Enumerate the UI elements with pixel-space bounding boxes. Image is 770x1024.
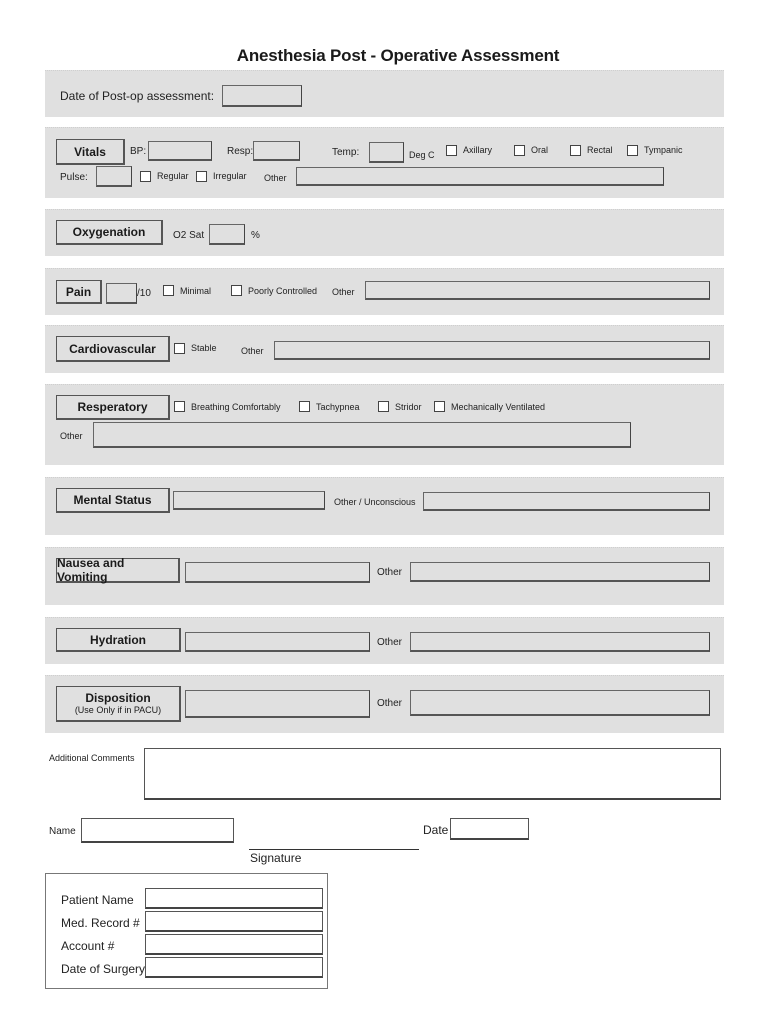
o2-sat-field[interactable] (209, 224, 245, 245)
vitals-header: Vitals (56, 139, 125, 165)
name-field[interactable] (81, 818, 234, 843)
page-title: Anesthesia Post - Operative Assessment (236, 46, 560, 65)
hydration-other-label: Other (377, 637, 403, 648)
resp-label: Resp: (227, 146, 254, 157)
cardiovascular-other-field[interactable] (274, 341, 710, 360)
date-label: Date of Post-op assessment: (60, 89, 215, 103)
respiratory-other-label: Other (60, 431, 83, 441)
account-field[interactable] (145, 934, 323, 955)
signature-line[interactable] (249, 849, 419, 850)
mental-status-header-label: Mental Status (73, 493, 152, 507)
disposition-header: Disposition (Use Only if in PACU) (56, 686, 181, 722)
hydration-other-field[interactable] (410, 632, 710, 652)
minimal-label: Minimal (180, 286, 212, 296)
oxygenation-header-label: Oxygenation (72, 225, 146, 239)
axillary-label: Axillary (463, 145, 493, 155)
irregular-label: Irregular (213, 171, 247, 181)
mental-status-field[interactable] (173, 491, 325, 510)
regular-checkbox[interactable] (140, 171, 151, 182)
vitals-header-label: Vitals (74, 144, 106, 159)
disposition-header-label: Disposition (85, 691, 151, 705)
med-record-label: Med. Record # (61, 916, 140, 930)
tympanic-label: Tympanic (644, 145, 683, 155)
stridor-checkbox[interactable] (378, 401, 389, 412)
tachypnea-checkbox[interactable] (299, 401, 310, 412)
axillary-checkbox[interactable] (446, 145, 457, 156)
pain-score-field[interactable] (106, 283, 137, 304)
date-of-surgery-field[interactable] (145, 957, 323, 978)
stable-checkbox[interactable] (174, 343, 185, 354)
resp-field[interactable] (253, 141, 300, 161)
med-record-field[interactable] (145, 911, 323, 932)
disposition-other-field[interactable] (410, 690, 710, 716)
disposition-subheader: (Use Only if in PACU) (74, 705, 162, 715)
mechanically-ventilated-label: Mechanically Ventilated (451, 402, 546, 412)
tympanic-checkbox[interactable] (627, 145, 638, 156)
account-label: Account # (61, 939, 115, 953)
hydration-field[interactable] (185, 632, 370, 652)
rectal-checkbox[interactable] (570, 145, 581, 156)
breathing-comfortably-checkbox[interactable] (174, 401, 185, 412)
stable-label: Stable (191, 343, 217, 353)
cardiovascular-header: Cardiovascular (56, 336, 170, 362)
pain-header: Pain (56, 280, 102, 304)
pain-header-label: Pain (65, 284, 92, 299)
temp-field[interactable] (369, 142, 404, 163)
nausea-header-label: Nausea and Vomiting (57, 556, 125, 584)
pain-other-field[interactable] (365, 281, 710, 300)
mental-status-other-label: Other / Unconscious (334, 497, 416, 507)
tachypnea-label: Tachypnea (316, 402, 360, 412)
regular-label: Regular (157, 171, 189, 181)
respiratory-header-label: Resperatory (77, 400, 148, 414)
comments-label: Additional Comments (49, 753, 135, 763)
mental-status-header: Mental Status (56, 488, 170, 513)
bp-field[interactable] (148, 141, 212, 161)
stridor-label: Stridor (395, 402, 422, 412)
nausea-field[interactable] (185, 562, 370, 583)
pain-other-label: Other (332, 287, 355, 297)
date-of-surgery-label: Date of Surgery (61, 962, 146, 976)
poorly-controlled-checkbox[interactable] (231, 285, 242, 296)
cardiovascular-other-label: Other (241, 346, 264, 356)
hydration-header: Hydration (56, 628, 181, 652)
respiratory-header: Resperatory (56, 395, 170, 420)
name-label: Name (49, 826, 76, 837)
vitals-other-field[interactable] (296, 167, 664, 186)
nausea-header: Nausea and Vomiting (56, 556, 180, 584)
oral-checkbox[interactable] (514, 145, 525, 156)
temp-label: Temp: (332, 147, 360, 158)
date-label-signoff: Date (423, 823, 449, 837)
signature-label: Signature (250, 851, 302, 865)
temp-unit: Deg C (409, 150, 435, 160)
breathing-comfortably-label: Breathing Comfortably (191, 402, 281, 412)
disposition-field[interactable] (185, 690, 370, 718)
o2-unit: % (251, 230, 260, 241)
poorly-controlled-label: Poorly Controlled (248, 286, 318, 296)
mechanically-ventilated-checkbox[interactable] (434, 401, 445, 412)
signoff-date-field[interactable] (450, 818, 529, 840)
patient-name-field[interactable] (145, 888, 323, 909)
vitals-other-label: Other (264, 173, 287, 183)
respiratory-other-field[interactable] (93, 422, 631, 448)
oral-label: Oral (531, 145, 549, 155)
pulse-field[interactable] (96, 166, 132, 187)
o2-sat-label: O2 Sat (173, 230, 205, 241)
comments-field[interactable] (144, 748, 721, 800)
disposition-other-label: Other (377, 698, 403, 709)
bp-label: BP: (130, 146, 147, 157)
nausea-other-field[interactable] (410, 562, 710, 582)
pulse-label: Pulse: (60, 172, 88, 183)
pain-scale: /10 (137, 288, 151, 299)
rectal-label: Rectal (587, 145, 613, 155)
hydration-header-label: Hydration (89, 632, 146, 647)
minimal-checkbox[interactable] (163, 285, 174, 296)
date-of-assessment-field[interactable] (222, 85, 302, 107)
irregular-checkbox[interactable] (196, 171, 207, 182)
cardiovascular-header-label: Cardiovascular (69, 341, 156, 356)
mental-status-other-field[interactable] (423, 492, 710, 511)
patient-name-label: Patient Name (61, 893, 134, 907)
oxygenation-header: Oxygenation (56, 220, 163, 245)
nausea-other-label: Other (377, 567, 403, 578)
